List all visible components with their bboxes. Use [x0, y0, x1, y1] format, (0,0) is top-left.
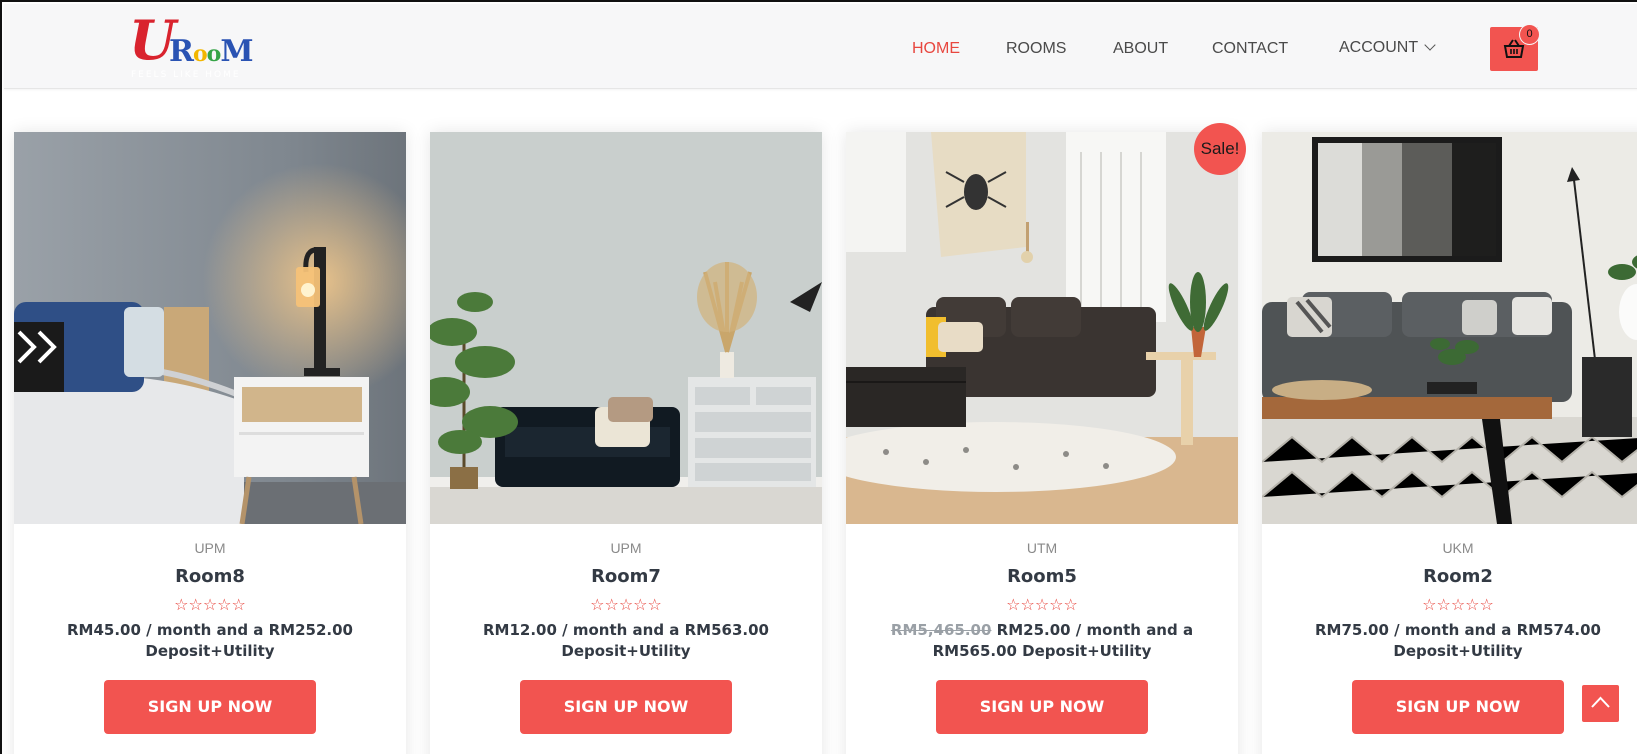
- sign-up-button[interactable]: SIGN UP NOW: [1352, 680, 1564, 734]
- site-logo[interactable]: U RooM FEELS LIKE HOME: [129, 8, 279, 84]
- nav-about[interactable]: ABOUT: [1113, 40, 1168, 58]
- logo-u: U: [129, 8, 176, 72]
- original-price: RM5,465.00: [890, 621, 992, 639]
- product-category[interactable]: UPM: [430, 540, 822, 556]
- product-title[interactable]: Room5: [846, 566, 1238, 587]
- cart-count-badge: 0: [1520, 25, 1539, 44]
- sign-up-button[interactable]: SIGN UP NOW: [104, 680, 316, 734]
- sign-up-button[interactable]: SIGN UP NOW: [520, 680, 732, 734]
- chevron-down-icon: [1424, 39, 1436, 51]
- product-card: UPM Room8 ☆☆☆☆☆ RM45.00 / month and a RM…: [14, 132, 406, 754]
- product-image[interactable]: [1262, 132, 1637, 524]
- sign-up-button[interactable]: SIGN UP NOW: [936, 680, 1148, 734]
- product-card: UPM Room7 ☆☆☆☆☆ RM12.00 / month and a RM…: [430, 132, 822, 754]
- nav-account[interactable]: ACCOUNT: [1339, 39, 1436, 57]
- product-image[interactable]: [846, 132, 1238, 524]
- product-category[interactable]: UKM: [1262, 540, 1637, 556]
- nav-account-label: ACCOUNT: [1339, 39, 1419, 56]
- nav-rooms[interactable]: ROOMS: [1006, 40, 1066, 58]
- basket-icon: [1503, 39, 1525, 58]
- chevron-up-icon: [1591, 696, 1610, 708]
- product-category[interactable]: UTM: [846, 540, 1238, 556]
- star-rating: ☆☆☆☆☆: [1422, 595, 1494, 614]
- sale-badge: Sale!: [1194, 123, 1246, 175]
- product-card: UKM Room2 ☆☆☆☆☆ RM75.00 / month and a RM…: [1262, 132, 1637, 754]
- browser-frame: U RooM FEELS LIKE HOME HOME ROOMS ABOUT …: [0, 0, 1637, 754]
- product-price: RM5,465.00 RM25.00 / month and a RM565.0…: [876, 620, 1208, 662]
- logo-room: RooM: [169, 34, 254, 69]
- nav-contact[interactable]: CONTACT: [1212, 40, 1288, 58]
- star-rating: ☆☆☆☆☆: [174, 595, 246, 614]
- star-rating: ☆☆☆☆☆: [590, 595, 662, 614]
- product-title[interactable]: Room2: [1262, 566, 1637, 587]
- product-title[interactable]: Room8: [14, 566, 406, 587]
- star-rating: ☆☆☆☆☆: [1006, 595, 1078, 614]
- product-price: RM45.00 / month and a RM252.00 Deposit+U…: [67, 621, 353, 660]
- scroll-to-top-button[interactable]: [1582, 685, 1619, 722]
- product-price: RM12.00 / month and a RM563.00 Deposit+U…: [483, 621, 769, 660]
- product-image[interactable]: [14, 132, 406, 524]
- product-category[interactable]: UPM: [14, 540, 406, 556]
- product-card: UTM Room5 ☆☆☆☆☆ RM5,465.00 RM25.00 / mon…: [846, 132, 1238, 754]
- logo-tagline: FEELS LIKE HOME: [131, 70, 241, 80]
- nav-home[interactable]: HOME: [912, 40, 960, 58]
- product-price: RM75.00 / month and a RM574.00 Deposit+U…: [1315, 621, 1601, 660]
- product-image[interactable]: [430, 132, 822, 524]
- site-header: U RooM FEELS LIKE HOME HOME ROOMS ABOUT …: [4, 4, 1637, 89]
- product-title[interactable]: Room7: [430, 566, 822, 587]
